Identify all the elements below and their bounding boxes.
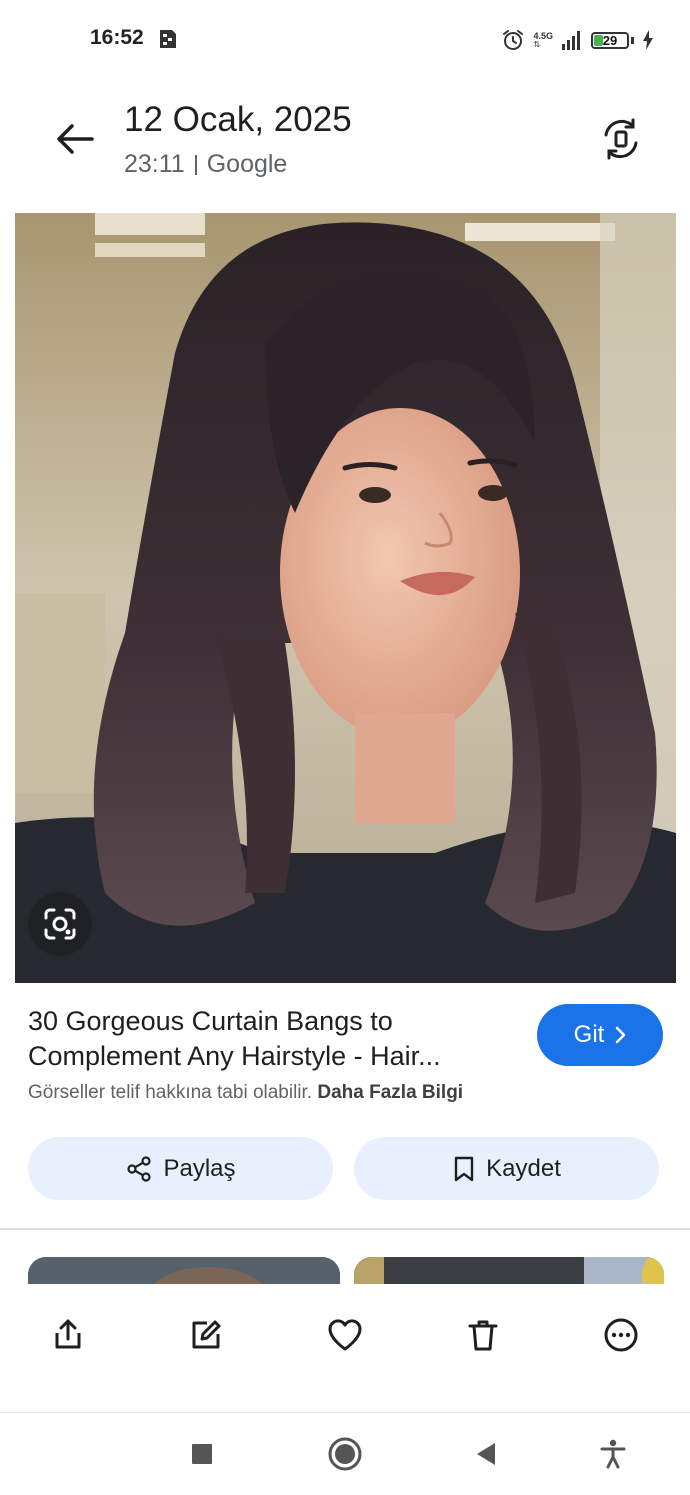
favorite-action-button[interactable] bbox=[320, 1310, 370, 1360]
source-label: Google bbox=[206, 150, 288, 178]
more-action-button[interactable] bbox=[596, 1310, 646, 1360]
sim-card-icon bbox=[160, 30, 176, 48]
share-nodes-icon bbox=[127, 1155, 152, 1182]
more-icon bbox=[604, 1318, 638, 1352]
accessibility-icon bbox=[600, 1439, 626, 1469]
main-photo[interactable] bbox=[15, 213, 676, 983]
arrow-left-icon bbox=[57, 124, 94, 154]
home-circle-icon bbox=[328, 1437, 362, 1471]
chevron-right-icon bbox=[616, 1026, 626, 1044]
status-icons: 4.5G ⇅ 29 bbox=[501, 26, 654, 54]
battery-level: 29 bbox=[602, 32, 618, 48]
edit-action-button[interactable] bbox=[181, 1310, 231, 1360]
share-action-button[interactable] bbox=[43, 1310, 93, 1360]
capture-time: 23:11 bbox=[124, 150, 185, 178]
screen-rotate-icon bbox=[604, 118, 638, 160]
back-nav-button[interactable] bbox=[466, 1434, 506, 1474]
share-button[interactable]: Paylaş bbox=[28, 1137, 333, 1200]
result-title-line2: Complement Any Hairstyle - Hair... bbox=[28, 1041, 441, 1071]
result-title-line1: 30 Gorgeous Curtain Bangs to bbox=[28, 1006, 393, 1036]
battery-icon: 29 bbox=[591, 31, 629, 49]
edit-icon bbox=[192, 1320, 221, 1349]
copyright-notice: Görseller telif hakkına tabi olabilir. D… bbox=[28, 1082, 463, 1104]
accessibility-button[interactable] bbox=[593, 1434, 633, 1474]
share-icon bbox=[55, 1319, 81, 1349]
more-info-link[interactable]: Daha Fazla Bilgi bbox=[317, 1082, 463, 1103]
favorite-icon bbox=[328, 1319, 362, 1351]
section-divider bbox=[0, 1228, 690, 1230]
save-button[interactable]: Kaydet bbox=[354, 1137, 659, 1200]
charging-icon bbox=[643, 30, 653, 50]
save-label: Kaydet bbox=[486, 1154, 561, 1182]
lens-icon bbox=[44, 908, 76, 940]
go-button[interactable]: Git bbox=[537, 1004, 663, 1066]
recents-square-icon bbox=[192, 1444, 212, 1464]
recents-button[interactable] bbox=[182, 1434, 222, 1474]
rotate-button[interactable] bbox=[598, 116, 644, 162]
home-button[interactable] bbox=[325, 1434, 365, 1474]
copyright-text: Görseller telif hakkına tabi olabilir. bbox=[28, 1082, 313, 1103]
page-subtitle: 23:11 Google bbox=[124, 150, 287, 179]
signal-icon bbox=[562, 31, 580, 50]
alarm-icon bbox=[503, 30, 524, 50]
status-time: 16:52 bbox=[90, 26, 144, 49]
bookmark-icon bbox=[454, 1156, 474, 1181]
portrait-image bbox=[15, 213, 676, 983]
share-label: Paylaş bbox=[163, 1154, 236, 1182]
go-button-label: Git bbox=[573, 1021, 605, 1048]
page-title: 12 Ocak, 2025 bbox=[124, 100, 352, 139]
back-triangle-icon bbox=[477, 1443, 495, 1465]
back-button[interactable] bbox=[52, 116, 98, 162]
google-lens-button[interactable] bbox=[28, 892, 92, 956]
delete-action-button[interactable] bbox=[458, 1310, 508, 1360]
delete-icon bbox=[468, 1320, 498, 1351]
result-title[interactable]: 30 Gorgeous Curtain Bangs to Complement … bbox=[28, 1004, 518, 1074]
